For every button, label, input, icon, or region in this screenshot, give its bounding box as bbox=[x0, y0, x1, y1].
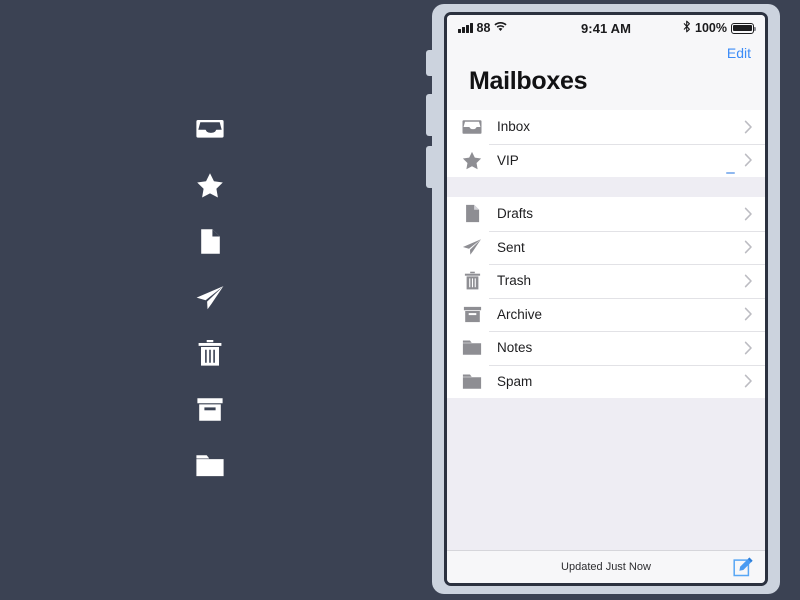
folder-icon bbox=[189, 448, 231, 482]
star-icon bbox=[461, 149, 483, 171]
phone-bezel: 88 9:41 AM 100% Edit Mailboxes Inbox VIP… bbox=[444, 12, 768, 586]
list-item-label: Spam bbox=[497, 373, 533, 389]
chevron-right-icon bbox=[744, 240, 753, 254]
list-item-label: Drafts bbox=[497, 206, 534, 222]
inbox-icon bbox=[189, 112, 231, 146]
page-title: Mailboxes bbox=[469, 67, 588, 95]
phone-silent-switch[interactable] bbox=[426, 50, 434, 76]
status-bar-left: 88 bbox=[458, 21, 581, 35]
folder-icon bbox=[461, 337, 483, 359]
list-item-trash[interactable]: Trash bbox=[447, 264, 765, 298]
list-item-spam[interactable]: Spam bbox=[447, 364, 765, 398]
star-icon bbox=[189, 168, 231, 202]
list-item-label: Trash bbox=[497, 273, 532, 289]
list-item-label: Inbox bbox=[497, 119, 531, 135]
nav-bar: Edit bbox=[447, 41, 765, 65]
send-icon bbox=[461, 236, 483, 258]
mailbox-group-primary: Inbox VIP bbox=[447, 110, 765, 177]
list-item-drafts[interactable]: Drafts bbox=[447, 197, 765, 231]
folder-icon bbox=[461, 370, 483, 392]
list-item-archive[interactable]: Archive bbox=[447, 297, 765, 331]
status-bar-right: 100% bbox=[631, 20, 757, 36]
trash-icon bbox=[189, 336, 231, 370]
phone-volume-down-button[interactable] bbox=[426, 146, 434, 188]
icon-strip bbox=[0, 0, 420, 600]
chevron-right-icon bbox=[744, 120, 753, 134]
send-icon bbox=[189, 280, 231, 314]
list-item-sent[interactable]: Sent bbox=[447, 230, 765, 264]
screen-root: 88 9:41 AM 100% Edit Mailboxes Inbox VIP… bbox=[0, 0, 800, 600]
battery-percent-label: 100% bbox=[695, 21, 728, 35]
chevron-right-icon bbox=[744, 374, 753, 388]
carrier-label: 88 bbox=[476, 21, 491, 35]
list-item-inbox[interactable]: Inbox bbox=[447, 110, 765, 144]
vip-indicator-mark bbox=[726, 172, 735, 174]
document-icon bbox=[461, 203, 483, 225]
chevron-right-icon bbox=[744, 341, 753, 355]
chevron-right-icon bbox=[744, 153, 753, 167]
chevron-right-icon bbox=[744, 274, 753, 288]
list-item-label: Sent bbox=[497, 239, 525, 255]
inbox-icon bbox=[461, 116, 483, 138]
list-item-label: Notes bbox=[497, 340, 533, 356]
list-item-label: Archive bbox=[497, 306, 543, 322]
title-bar: Mailboxes bbox=[447, 65, 765, 110]
archive-icon bbox=[189, 392, 231, 426]
update-status-label: Updated Just Now bbox=[561, 561, 651, 573]
compose-icon[interactable] bbox=[733, 557, 754, 578]
mailbox-group-folders: Drafts Sent Trash Archive Notes Spam bbox=[447, 197, 765, 398]
signal-bars-icon bbox=[458, 23, 473, 33]
document-icon bbox=[189, 224, 231, 258]
bottom-toolbar: Updated Just Now bbox=[447, 550, 765, 583]
battery-full-icon bbox=[731, 22, 757, 34]
chevron-right-icon bbox=[744, 207, 753, 221]
phone-volume-up-button[interactable] bbox=[426, 94, 434, 136]
list-item-notes[interactable]: Notes bbox=[447, 331, 765, 365]
archive-icon bbox=[461, 303, 483, 325]
bluetooth-icon bbox=[683, 20, 691, 36]
list-item-label: VIP bbox=[497, 152, 519, 168]
trash-icon bbox=[461, 270, 483, 292]
chevron-right-icon bbox=[744, 307, 753, 321]
list-item-vip[interactable]: VIP bbox=[447, 143, 765, 177]
edit-button[interactable]: Edit bbox=[727, 45, 751, 61]
status-bar-time: 9:41 AM bbox=[580, 20, 632, 36]
phone-screen: 88 9:41 AM 100% Edit Mailboxes Inbox VIP… bbox=[447, 15, 765, 583]
group-separator bbox=[447, 177, 765, 197]
wifi-icon bbox=[494, 21, 508, 35]
mailbox-list[interactable]: Inbox VIP Drafts Sent Trash Archive Note… bbox=[447, 110, 765, 550]
status-bar: 88 9:41 AM 100% bbox=[447, 15, 765, 41]
